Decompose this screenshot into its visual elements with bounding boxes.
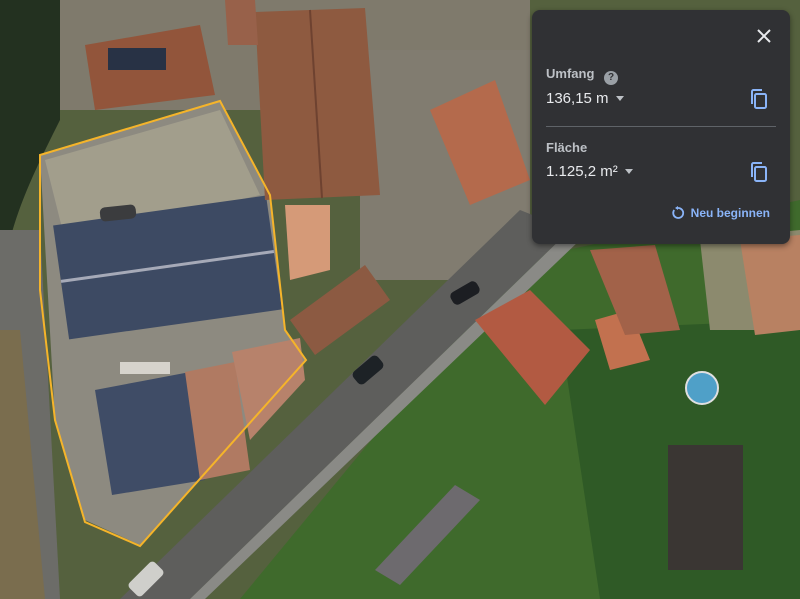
building-roof — [225, 0, 258, 45]
perimeter-unit-dropdown[interactable]: 136,15 m — [546, 90, 624, 107]
perimeter-section-label: Umfang ? — [546, 66, 619, 85]
copy-perimeter-button[interactable] — [748, 88, 770, 110]
help-icon[interactable]: ? — [604, 70, 619, 85]
perimeter-label: Umfang — [546, 66, 595, 81]
chevron-down-icon — [624, 169, 633, 174]
area-section-label: Fläche — [546, 140, 587, 155]
measure-distance-panel: Umfang ? 136,15 m Fläche 1.125,2 m² Neu … — [532, 10, 790, 244]
building-roof — [285, 205, 330, 280]
restart-icon — [671, 206, 684, 219]
divider — [546, 126, 776, 127]
copy-icon — [751, 162, 767, 182]
building-roof — [255, 8, 380, 200]
close-button[interactable] — [752, 24, 776, 48]
area-unit-dropdown[interactable]: 1.125,2 m² — [546, 163, 633, 180]
area-label: Fläche — [546, 140, 588, 155]
close-icon — [757, 29, 771, 43]
restart-button[interactable]: Neu beginnen — [671, 206, 770, 220]
solar-panels — [108, 48, 166, 70]
white-car — [120, 362, 170, 374]
copy-area-button[interactable] — [748, 161, 770, 183]
greenhouse — [668, 445, 743, 570]
restart-label: Neu beginnen — [690, 206, 770, 220]
chevron-down-icon — [615, 96, 624, 101]
pool — [685, 371, 719, 405]
area-value: 1.125,2 m² — [546, 163, 618, 180]
perimeter-value: 136,15 m — [546, 90, 609, 107]
copy-icon — [751, 89, 767, 109]
